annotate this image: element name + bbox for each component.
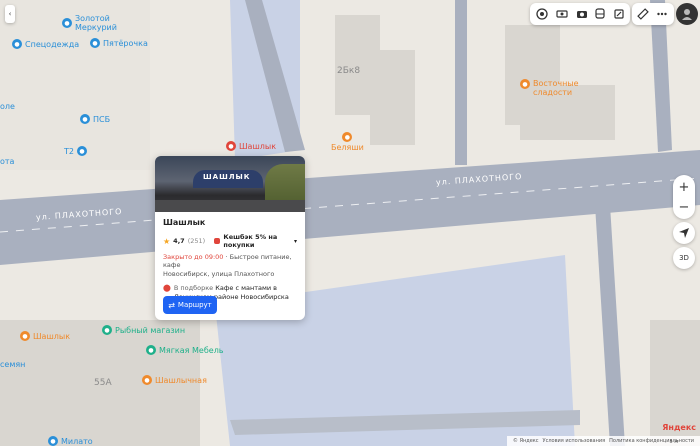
tag-icon: ● [12, 39, 22, 49]
scale-label: 5 м [669, 439, 678, 445]
place-title: Шашлык [163, 218, 206, 227]
sofa-icon: ● [146, 345, 156, 355]
route-button[interactable]: ⇄ Маршрут [163, 296, 217, 314]
cashback-icon [214, 238, 221, 244]
map-canvas[interactable]: ул. ПЛАХОТНОГО ул. ПЛАХОТНОГО 2Бк8 55А ●… [0, 0, 700, 446]
storefront-sign: ШАШЛЫК [203, 173, 251, 181]
opening-status: Закрыто до 09:00 [163, 253, 224, 261]
zoom-in-button[interactable]: + [675, 178, 693, 196]
poi-shashlychnaya[interactable]: ● Шашлычная [142, 375, 207, 385]
poi-vostochnye-sladosti[interactable]: ● Восточные сладости [520, 79, 579, 97]
building-number: 2Бк8 [337, 66, 361, 76]
poi-edge-ota[interactable]: ота [0, 157, 14, 166]
zoom-out-button[interactable]: − [675, 198, 693, 216]
poi-milato[interactable]: ● Милато [48, 436, 93, 446]
place-card[interactable]: ШАШЛЫК Шашлык ★ 4,7 (251) Кешбэк 5% на п… [155, 156, 305, 320]
location-arrow-icon [679, 228, 689, 238]
poi-myagkaya-mebel[interactable]: ● Мягкая Мебель [146, 345, 224, 355]
fish-icon: ● [102, 325, 112, 335]
poi-belyashi[interactable]: ● Беляши [331, 132, 364, 152]
food-icon: ● [142, 375, 152, 385]
rating-value: 4,7 [173, 237, 185, 245]
terms-link[interactable]: Условия использования [543, 438, 606, 444]
copyright: © Яндекс [512, 438, 539, 444]
address: Новосибирск, улица Плахотного [163, 269, 275, 278]
poi-specodezhda[interactable]: ● Спецодежда [12, 39, 79, 49]
privacy-link[interactable]: Политика конфиденциальности [609, 438, 694, 444]
camera-icon[interactable] [573, 5, 591, 23]
ruler-icon[interactable] [634, 5, 652, 23]
poi-rybnyy-magazin[interactable]: ● Рыбный магазин [102, 325, 185, 335]
bank-icon: ● [80, 114, 90, 124]
panorama-icon[interactable] [553, 5, 571, 23]
map-toolbar [530, 3, 630, 25]
food-icon: ● [20, 331, 30, 341]
food-icon: ● [226, 141, 236, 151]
poi-semyan[interactable]: семян [0, 360, 25, 369]
zoom-control: + − [673, 175, 695, 219]
poi-edge-ole[interactable]: оле [0, 102, 15, 111]
tag-icon: ● [48, 436, 58, 446]
view-3d-button[interactable]: 3D [673, 247, 695, 269]
food-icon: ● [342, 132, 353, 142]
route-icon: ⇄ [168, 300, 175, 310]
brand-logo: Яндекс [662, 423, 696, 432]
tag-icon: ● [62, 18, 72, 28]
cart-icon: ● [90, 38, 100, 48]
more-icon[interactable] [653, 5, 671, 23]
poi-psb[interactable]: ● ПСБ [80, 114, 110, 124]
poi-shashlyk-2[interactable]: ● Шашлык [20, 331, 70, 341]
avatar [682, 9, 692, 20]
reviews-count[interactable]: (251) [188, 237, 205, 245]
star-icon: ★ [163, 236, 171, 246]
chevron-down-icon[interactable]: ▾ [294, 238, 297, 245]
sweets-icon: ● [520, 79, 530, 89]
poi-t2[interactable]: Т2 ● [64, 146, 87, 156]
traffic-icon[interactable] [610, 5, 628, 23]
layers-icon[interactable] [533, 5, 551, 23]
sidebar-toggle-button[interactable]: ‹ [5, 5, 15, 23]
map-toolbar-secondary [632, 3, 674, 25]
geolocation-button[interactable] [673, 222, 695, 244]
transport-icon[interactable] [591, 5, 609, 23]
poi-shashlyk-selected[interactable]: ● Шашлык [226, 141, 276, 151]
poi-pyaterochka[interactable]: ● Пятёрочка [90, 38, 148, 48]
building-number: 55А [94, 378, 112, 388]
phone-icon: ● [76, 146, 87, 156]
profile-icon[interactable] [676, 3, 698, 25]
place-photo[interactable]: ШАШЛЫК [155, 156, 305, 212]
cashback-label[interactable]: Кешбэк 5% на покупки [223, 233, 291, 249]
chevron-left-icon: ‹ [8, 10, 12, 18]
poi-zolotoy-merkuriy[interactable]: ● Золотой Меркурий [62, 14, 117, 32]
